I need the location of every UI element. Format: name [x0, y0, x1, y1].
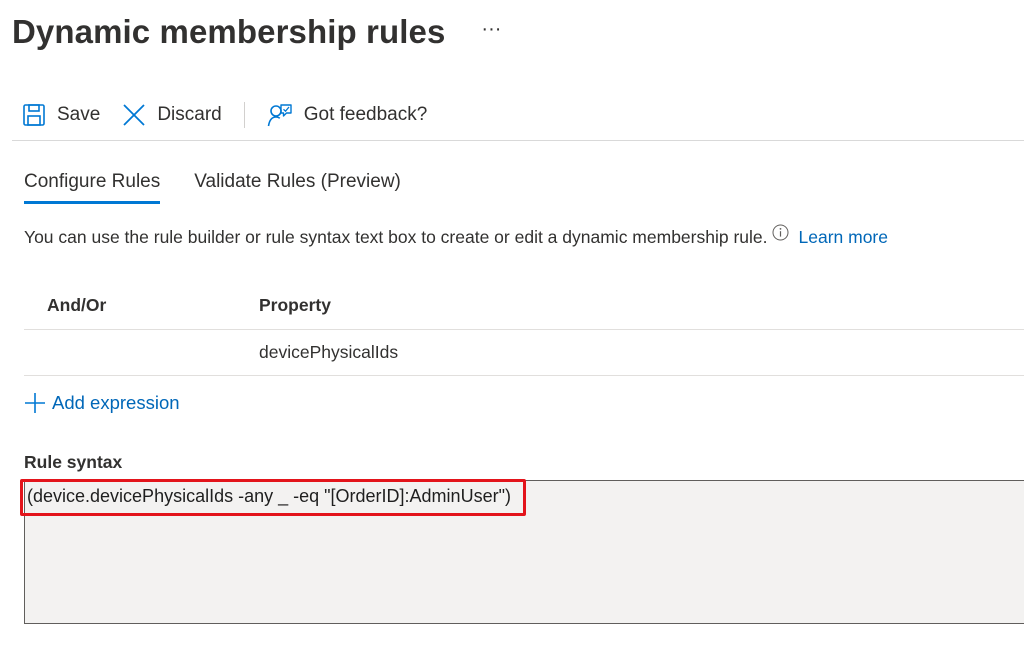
column-header-property: Property — [259, 295, 331, 315]
learn-more-link[interactable]: Learn more — [799, 227, 889, 248]
more-options-icon[interactable]: ··· — [481, 19, 501, 39]
toolbar-separator — [243, 102, 245, 128]
close-icon — [123, 104, 145, 126]
feedback-button[interactable]: Got feedback? — [267, 102, 428, 128]
save-button[interactable]: Save — [22, 103, 100, 127]
add-expression-label: Add expression — [52, 392, 180, 413]
description: You can use the rule builder or rule syn… — [24, 224, 889, 248]
rules-table: And/Or Property devicePhysicalIds — [24, 282, 1024, 376]
discard-button[interactable]: Discard — [122, 103, 222, 127]
rule-syntax-label: Rule syntax — [24, 452, 123, 472]
page: Dynamic membership rules ··· Save Discar… — [0, 0, 1024, 652]
title-row: Dynamic membership rules ··· — [12, 8, 501, 56]
discard-label: Discard — [157, 104, 222, 125]
feedback-label: Got feedback? — [303, 104, 428, 125]
save-icon — [23, 104, 45, 126]
toolbar: Save Discard Got feedback? — [22, 96, 427, 134]
page-title: Dynamic membership rules — [12, 13, 446, 50]
feedback-icon — [267, 104, 292, 127]
cell-property: devicePhysicalIds — [259, 342, 399, 362]
red-highlight-box — [20, 479, 526, 516]
tab-validate-rules[interactable]: Validate Rules (Preview) — [194, 166, 401, 203]
table-header: And/Or Property — [24, 282, 1024, 330]
info-icon[interactable] — [772, 224, 789, 241]
description-text: You can use the rule builder or rule syn… — [24, 227, 768, 247]
column-header-and-or: And/Or — [47, 295, 107, 315]
tab-configure-rules[interactable]: Configure Rules — [24, 166, 161, 204]
save-label: Save — [57, 104, 101, 125]
table-row[interactable]: devicePhysicalIds — [24, 330, 1024, 376]
add-expression-button[interactable]: Add expression — [24, 392, 180, 414]
toolbar-divider — [12, 140, 1024, 141]
tab-bar: Configure Rules Validate Rules (Preview) — [24, 166, 435, 204]
plus-icon — [25, 393, 45, 413]
